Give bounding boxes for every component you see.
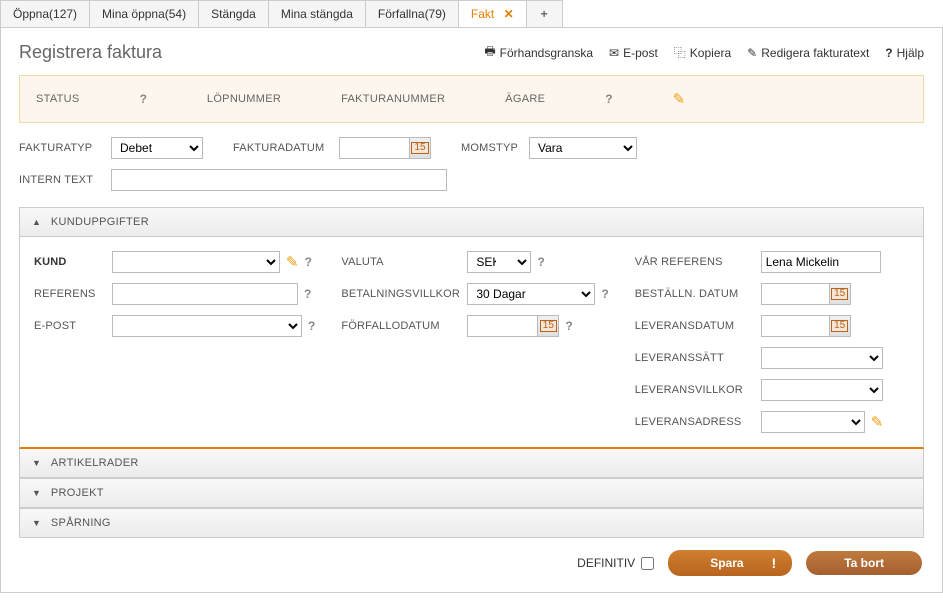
definitiv-label: DEFINITIV [577,556,635,570]
toolbar: 🖶 Förhandsgranska ✉ E-post ⿻ Kopiera ✎ R… [484,42,924,63]
section-projekt-header[interactable]: ▼ PROJEKT [19,478,924,508]
leveransadress-select[interactable] [761,411,865,433]
save-button[interactable]: Spara ! [668,550,792,576]
betalningsvillkor-label: BETALNINGSVILLKOR [341,288,461,300]
calendar-button[interactable]: 15 [409,137,431,159]
calendar-button[interactable]: 15 [829,315,851,337]
help-icon[interactable]: ? [308,319,315,333]
edit-text-button[interactable]: ✎ Redigera fakturatext [747,46,869,60]
leveransvillkor-select[interactable] [761,379,883,401]
help-icon: ? [885,46,892,60]
betalningsvillkor-select[interactable]: 30 Dagar [467,283,595,305]
bestalln-datum-label: BESTÄLLN. DATUM [635,288,755,300]
help-icon[interactable]: ? [305,255,312,269]
section-sparning-header[interactable]: ▼ SPÅRNING [19,508,924,538]
kund-select[interactable] [112,251,280,273]
valuta-select[interactable]: SEK [467,251,531,273]
var-referens-input[interactable] [761,251,881,273]
forfallodatum-label: FÖRFALLODATUM [341,320,461,332]
status-bar: STATUS ? LÖPNUMMER FAKTURANUMMER ÄGARE ?… [19,75,924,123]
tab-bar: Öppna(127) Mina öppna(54) Stängda Mina s… [0,0,943,28]
fakturadatum-input[interactable] [339,137,409,159]
tab-invoice[interactable]: Fakt ✕ [458,0,527,27]
pencil-icon: ✎ [747,46,757,60]
status-label: STATUS [36,93,80,105]
help-icon[interactable]: ? [605,92,612,106]
lopnummer-label: LÖPNUMMER [207,93,281,105]
calendar-icon: 15 [831,288,848,300]
fakturatyp-select[interactable]: Debet [111,137,203,159]
valuta-label: VALUTA [341,256,461,268]
tab-my-closed[interactable]: Mina stängda [268,0,366,27]
help-icon[interactable]: ? [565,319,572,333]
help-icon[interactable]: ? [537,255,544,269]
help-icon[interactable]: ? [304,287,311,301]
printer-icon: 🖶 [484,42,495,63]
calendar-icon: 15 [831,320,848,332]
intern-text-label: INTERN TEXT [19,174,105,186]
tab-closed[interactable]: Stängda [198,0,269,27]
preview-button[interactable]: 🖶 Förhandsgranska [484,42,593,63]
email-button[interactable]: ✉ E-post [609,46,658,60]
calendar-button[interactable]: 15 [829,283,851,305]
help-icon[interactable]: ? [140,92,147,106]
kund-label: KUND [34,256,106,268]
fakturanummer-label: FAKTURANUMMER [341,93,445,105]
tab-add[interactable]: + [526,0,563,27]
agare-label: ÄGARE [505,93,545,105]
definitiv-checkbox[interactable] [641,557,654,570]
leveranssatt-select[interactable] [761,347,883,369]
momstyp-select[interactable]: Vara [529,137,637,159]
tab-my-open[interactable]: Mina öppna(54) [89,0,199,27]
pencil-icon[interactable]: ✎ [673,90,686,108]
alert-icon: ! [772,555,777,571]
delete-button[interactable]: Ta bort [806,551,922,575]
momstyp-label: MOMSTYP [461,142,523,154]
copy-button[interactable]: ⿻ Kopiera [674,44,731,61]
page-title: Registrera faktura [19,42,162,63]
pencil-icon[interactable]: ✎ [286,253,299,271]
help-button[interactable]: ? Hjälp [885,46,924,60]
fakturatyp-label: FAKTURATYP [19,142,105,154]
bestalln-datum-input[interactable] [761,283,829,305]
intern-text-input[interactable] [111,169,447,191]
fakturadatum-label: FAKTURADATUM [233,142,333,154]
leveransvillkor-label: LEVERANSVILLKOR [635,384,755,396]
close-icon[interactable]: ✕ [504,7,514,21]
section-kund-header[interactable]: ▲ KUNDUPPGIFTER [19,207,924,237]
mail-icon: ✉ [609,46,619,60]
calendar-button[interactable]: 15 [537,315,559,337]
epost-label: E-POST [34,320,106,332]
calendar-icon: 15 [411,142,428,154]
collapse-icon: ▲ [32,217,41,227]
leveransadress-label: LEVERANSADRESS [635,416,755,428]
calendar-icon: 15 [540,320,557,332]
section-artikel-header[interactable]: ▼ ARTIKELRADER [19,449,924,478]
expand-icon: ▼ [32,518,41,528]
expand-icon: ▼ [32,458,41,468]
leveransdatum-label: LEVERANSDATUM [635,320,755,332]
leveranssatt-label: LEVERANSSÄTT [635,352,755,364]
help-icon[interactable]: ? [601,287,608,301]
leveransdatum-input[interactable] [761,315,829,337]
tab-open[interactable]: Öppna(127) [0,0,90,27]
forfallodatum-input[interactable] [467,315,537,337]
expand-icon: ▼ [32,488,41,498]
epost-select[interactable] [112,315,302,337]
var-referens-label: VÅR REFERENS [635,256,755,268]
pencil-icon[interactable]: ✎ [871,413,884,431]
referens-input[interactable] [112,283,298,305]
tab-overdue[interactable]: Förfallna(79) [365,0,459,27]
copy-icon: ⿻ [674,44,686,61]
referens-label: REFERENS [34,288,106,300]
